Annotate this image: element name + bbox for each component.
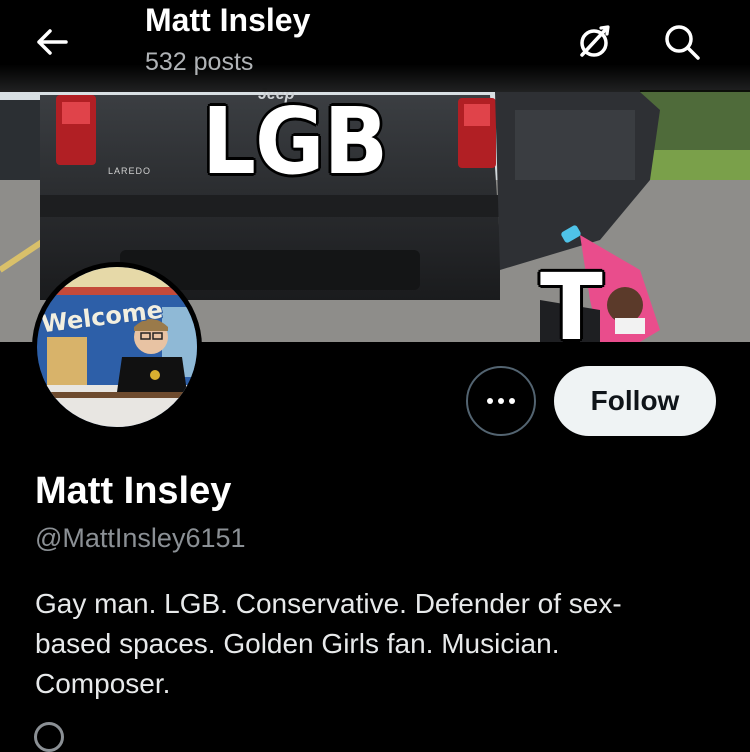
meme-caption-secondary: T <box>540 254 603 343</box>
profile-bio: Gay man. LGB. Conservative. Defender of … <box>35 588 622 699</box>
meme-caption-main: LGB <box>202 88 388 195</box>
avatar-photo: Welcome <box>37 267 197 427</box>
search-button[interactable] <box>658 18 706 66</box>
more-horizontal-icon <box>487 398 515 404</box>
grok-button[interactable] <box>570 18 618 66</box>
follow-button[interactable]: Follow <box>554 366 716 436</box>
profile-handle: @MattInsley6151 <box>35 523 246 553</box>
arrow-left-icon <box>37 29 68 55</box>
header-title: Matt Insley <box>145 2 311 38</box>
vehicle-model-text: LAREDO <box>108 166 152 176</box>
back-button[interactable] <box>30 20 74 64</box>
search-icon <box>665 25 700 60</box>
avatar[interactable]: Welcome <box>32 262 202 432</box>
top-bar: Matt Insley 532 posts <box>0 0 750 92</box>
profile-name: Matt Insley <box>35 470 232 512</box>
posts-count: 532 posts <box>145 48 254 76</box>
more-options-button[interactable] <box>466 366 536 436</box>
location-icon <box>34 722 64 752</box>
grok-icon <box>580 25 610 57</box>
